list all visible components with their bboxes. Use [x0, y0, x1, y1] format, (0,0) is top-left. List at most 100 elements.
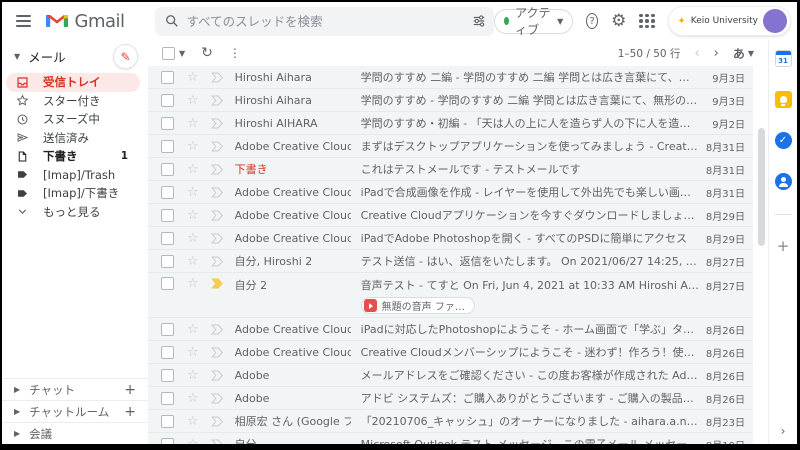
importance-marker-icon[interactable]	[210, 117, 224, 130]
input-tools-button[interactable]: あ▼	[733, 45, 754, 62]
email-checkbox[interactable]	[161, 94, 174, 107]
search-bar[interactable]	[155, 7, 495, 36]
importance-marker-icon[interactable]	[210, 415, 224, 428]
star-icon[interactable]: ☆	[187, 209, 199, 222]
compose-button[interactable]: ✎	[113, 44, 138, 69]
gmail-logo[interactable]: Gmail	[45, 11, 125, 32]
search-input[interactable]	[187, 14, 465, 29]
add-room-button[interactable]: +	[124, 404, 136, 420]
email-checkbox[interactable]	[161, 209, 174, 222]
importance-marker-icon[interactable]	[210, 163, 224, 176]
star-icon[interactable]: ☆	[187, 140, 199, 153]
previous-page-button[interactable]: ‹	[694, 46, 699, 61]
email-checkbox[interactable]	[161, 323, 174, 336]
star-icon[interactable]: ☆	[187, 232, 199, 245]
importance-marker-icon[interactable]	[210, 438, 224, 445]
select-caret-icon[interactable]: ▼	[179, 49, 185, 58]
email-row[interactable]: ☆ Adobe Creative Cloud まずはデスクトップアプリケーション…	[148, 135, 753, 158]
importance-marker-icon[interactable]	[210, 369, 224, 382]
email-checkbox[interactable]	[161, 255, 174, 268]
importance-marker-icon[interactable]	[210, 186, 224, 199]
importance-marker-icon[interactable]	[210, 209, 224, 222]
sidebar-section-chat[interactable]: ▶ チャット +	[2, 378, 148, 400]
star-icon[interactable]: ☆	[187, 346, 199, 359]
importance-marker-icon[interactable]	[210, 71, 224, 84]
email-row[interactable]: ☆ 相原宏 さん (Google フ… 「20210706_キャッシュ」のオーナ…	[148, 410, 753, 433]
email-checkbox[interactable]	[161, 438, 174, 445]
email-row[interactable]: ☆ Adobe Creative Cloud Creative Cloudアプリ…	[148, 204, 753, 227]
importance-marker-icon[interactable]	[210, 232, 224, 245]
email-checkbox[interactable]	[161, 277, 174, 290]
email-row[interactable]: ☆ Adobe メールアドレスをご確認くださいこの度お客様が作成された Adob…	[148, 364, 753, 387]
star-icon[interactable]: ☆	[187, 438, 199, 445]
importance-marker-icon[interactable]	[210, 346, 224, 359]
get-addons-button[interactable]: +	[777, 239, 790, 254]
sidebar-item-imap-trash[interactable]: [Imap]/Trash	[2, 166, 140, 185]
apps-grid-button[interactable]	[639, 14, 655, 29]
star-icon[interactable]: ☆	[187, 369, 199, 382]
sidebar-section-meet[interactable]: ▶ 会議	[2, 422, 148, 444]
star-icon[interactable]: ☆	[187, 415, 199, 428]
email-row[interactable]: ☆ Adobe Creative Cloud Creative Cloudメンバ…	[148, 341, 753, 364]
email-row[interactable]: ☆ Adobe Creative Cloud iPadで合成画像を作成レイヤーを…	[148, 181, 753, 204]
contacts-icon[interactable]	[775, 173, 792, 190]
sidebar-item-more[interactable]: もっと見る	[2, 203, 140, 222]
more-options-button[interactable]: ⋮	[229, 46, 242, 60]
refresh-button[interactable]: ↻	[201, 45, 213, 61]
status-selector[interactable]: アクティブ ▼	[494, 9, 573, 34]
importance-marker-icon[interactable]	[210, 94, 224, 107]
star-icon[interactable]: ☆	[187, 186, 199, 199]
star-icon[interactable]: ☆	[187, 255, 199, 268]
email-row[interactable]: ☆ Hiroshi AIHARA 学問のすすめ・初編「天は人の上に人を造らず人の…	[148, 112, 753, 135]
mail-section-header[interactable]: ▼ メール ✎	[2, 42, 148, 73]
sidebar-section-rooms[interactable]: ▶ チャットルーム +	[2, 400, 148, 422]
account-badge[interactable]: ✦ Keio University	[668, 6, 791, 36]
email-row[interactable]: ☆ Adobe Creative Cloud iPadでAdobe Photos…	[148, 227, 753, 250]
email-row[interactable]: ☆ Hiroshi Aihara 学問のすすめ 二編学問のすすめ 二編 学問とは…	[148, 66, 753, 89]
email-checkbox[interactable]	[161, 392, 174, 405]
star-icon[interactable]: ☆	[187, 163, 199, 176]
star-icon[interactable]: ☆	[187, 94, 199, 107]
email-checkbox[interactable]	[161, 369, 174, 382]
attachment-chip[interactable]: 無題の音声 ファ…	[361, 297, 475, 314]
sidebar-item-sent[interactable]: 送信済み	[2, 129, 140, 148]
email-checkbox[interactable]	[161, 186, 174, 199]
search-options-tune-icon[interactable]	[472, 14, 486, 28]
star-icon[interactable]: ☆	[187, 117, 199, 130]
star-icon[interactable]: ☆	[187, 392, 199, 405]
star-icon[interactable]: ☆	[187, 323, 199, 336]
main-menu-icon[interactable]	[16, 15, 31, 27]
email-checkbox[interactable]	[161, 232, 174, 245]
email-row[interactable]: ☆ 自分 2 音声テストてすと On Fri, Jun 4, 2021 at 1…	[148, 273, 753, 318]
email-row[interactable]: ☆ 下書き これはテストメールですテストメールです 8月31日	[148, 158, 753, 181]
email-row[interactable]: ☆ Adobe Creative Cloud iPadに対応したPhotosho…	[148, 318, 753, 341]
email-row[interactable]: ☆ Hiroshi Aihara 学問のすすめ学問のすすめ 二編 学問とは広き言…	[148, 89, 753, 112]
email-checkbox[interactable]	[161, 71, 174, 84]
sidebar-item-imap-drafts[interactable]: [Imap]/下書き	[2, 184, 140, 203]
email-checkbox[interactable]	[161, 140, 174, 153]
select-all-checkbox[interactable]	[162, 47, 175, 60]
sidebar-item-drafts[interactable]: 下書き 1	[2, 147, 140, 166]
settings-button[interactable]: ⚙	[611, 13, 626, 30]
scrollbar-thumb[interactable]	[758, 128, 765, 246]
importance-marker-icon[interactable]	[210, 255, 224, 268]
email-checkbox[interactable]	[161, 415, 174, 428]
email-checkbox[interactable]	[161, 117, 174, 130]
importance-marker-icon[interactable]	[210, 323, 224, 336]
help-button[interactable]: ?	[586, 13, 598, 29]
star-icon[interactable]: ☆	[187, 277, 199, 290]
sidebar-item-snoozed[interactable]: スヌーズ中	[2, 110, 140, 129]
importance-marker-icon[interactable]	[210, 277, 224, 290]
avatar[interactable]	[763, 9, 787, 33]
add-chat-button[interactable]: +	[124, 382, 136, 398]
next-page-button[interactable]: ›	[714, 46, 719, 61]
email-checkbox[interactable]	[161, 346, 174, 359]
importance-marker-icon[interactable]	[210, 140, 224, 153]
expand-side-panel-button[interactable]: ›	[781, 424, 786, 438]
star-icon[interactable]: ☆	[187, 71, 199, 84]
tasks-icon[interactable]: ✓	[775, 132, 792, 149]
importance-marker-icon[interactable]	[210, 392, 224, 405]
sidebar-item-starred[interactable]: スター付き	[2, 92, 140, 111]
email-row[interactable]: ☆ 自分 Microsoft Outlook テスト メッセージこの電子メール …	[148, 433, 753, 444]
keep-icon[interactable]	[775, 91, 792, 108]
